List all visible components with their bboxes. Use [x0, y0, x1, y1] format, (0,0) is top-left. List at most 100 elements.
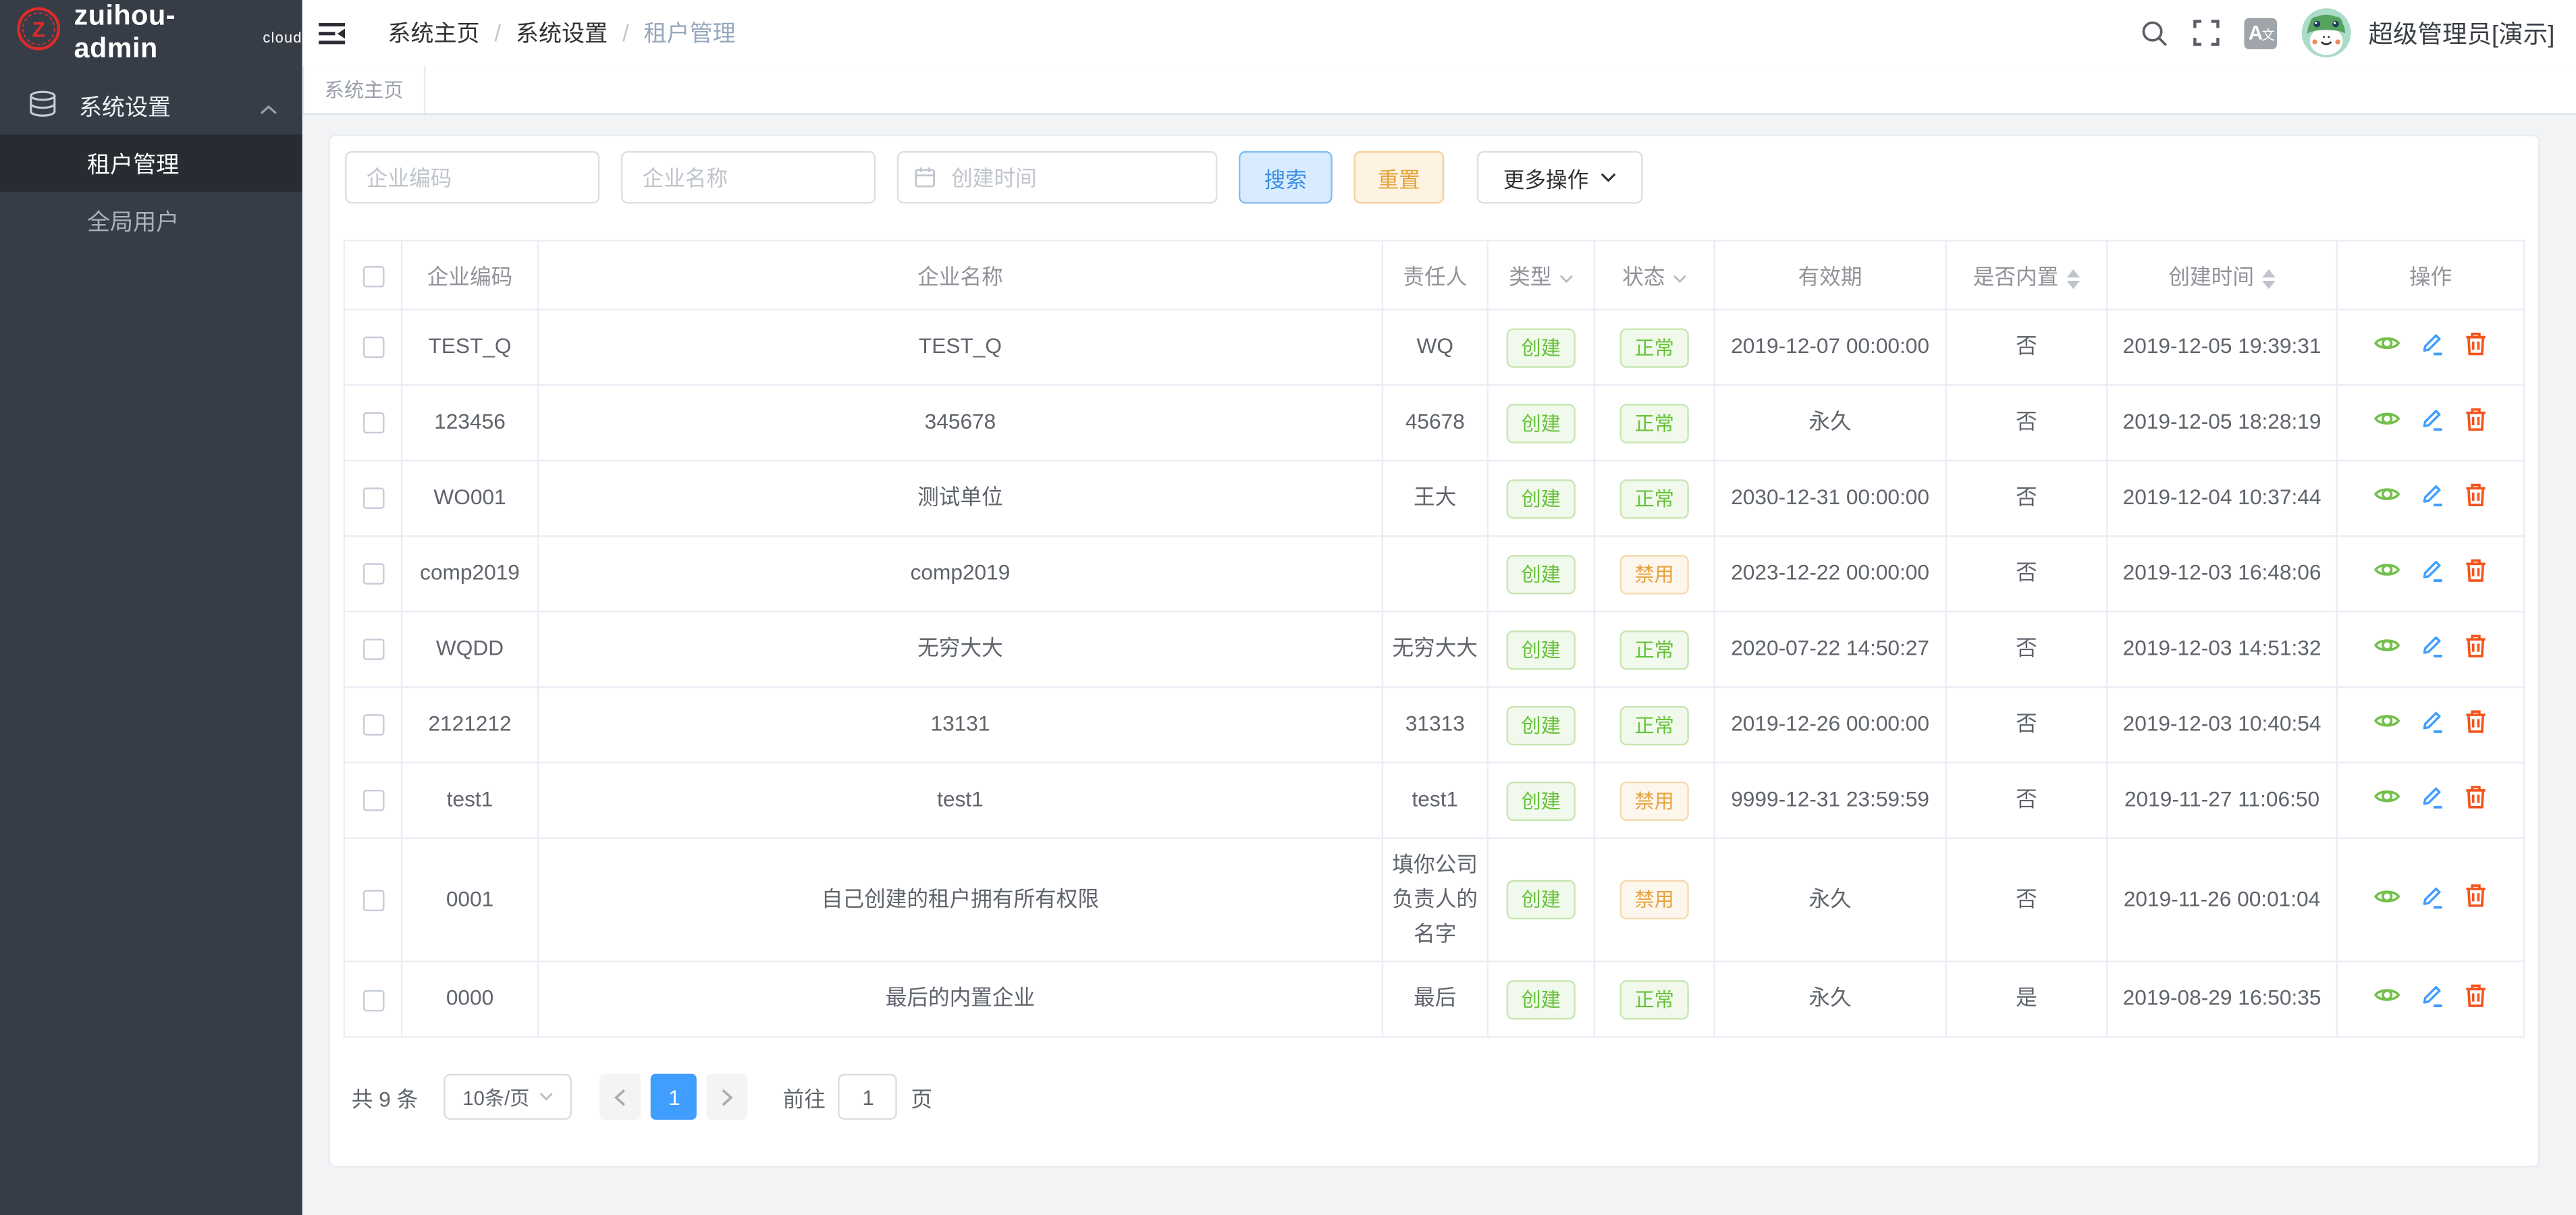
enterprise-name-input[interactable] — [621, 151, 876, 204]
edit-icon[interactable] — [2420, 632, 2445, 659]
sort-carets-icon[interactable] — [2262, 269, 2275, 288]
breadcrumb-item-home[interactable]: 系统主页 — [387, 16, 479, 49]
current-user-name[interactable]: 超级管理员[演示] — [2369, 16, 2555, 50]
fullscreen-icon[interactable] — [2193, 20, 2219, 46]
row-checkbox[interactable] — [363, 488, 384, 510]
page-number-button[interactable]: 1 — [651, 1075, 697, 1120]
menu-fold-icon — [317, 20, 347, 45]
navbar-actions: A文 — [2140, 8, 2554, 57]
cell-name: TEST_Q — [538, 310, 1383, 385]
row-checkbox[interactable] — [363, 790, 384, 811]
delete-icon[interactable] — [2465, 331, 2488, 355]
column-header-label: 操作 — [2409, 265, 2452, 289]
column-header-select[interactable] — [344, 240, 402, 309]
edit-icon[interactable] — [2420, 883, 2445, 909]
edit-icon[interactable] — [2420, 330, 2445, 356]
column-header-label: 企业名称 — [917, 265, 1003, 289]
search-button[interactable]: 搜索 — [1239, 151, 1333, 204]
delete-icon[interactable] — [2465, 884, 2488, 908]
pagination-total: 共 9 条 — [352, 1082, 418, 1113]
cell-validity: 2023-12-22 00:00:00 — [1715, 536, 1946, 612]
delete-icon[interactable] — [2465, 558, 2488, 582]
column-header-created[interactable]: 创建时间 — [2107, 240, 2337, 309]
view-icon[interactable] — [2374, 409, 2400, 429]
cell-code: 123456 — [402, 385, 538, 460]
chevron-left-icon — [615, 1088, 626, 1106]
row-checkbox[interactable] — [363, 714, 384, 736]
logo[interactable]: Z zuihou-admin cloud — [0, 0, 302, 65]
cell-owner: 无穷大大 — [1383, 612, 1488, 687]
created-time-input[interactable] — [897, 151, 1218, 204]
column-header-type[interactable]: 类型 — [1488, 240, 1594, 309]
language-icon[interactable]: A文 — [2244, 18, 2277, 49]
view-icon[interactable] — [2374, 711, 2400, 730]
type-badge: 创建 — [1507, 781, 1576, 820]
delete-icon[interactable] — [2465, 633, 2488, 657]
cell-validity: 永久 — [1715, 962, 1946, 1037]
delete-icon[interactable] — [2465, 482, 2488, 506]
filter-arrow-icon[interactable] — [1558, 273, 1573, 284]
sort-carets-icon[interactable] — [2067, 269, 2080, 288]
search-toolbar: 搜索 重置 更多操作 — [344, 151, 2525, 204]
reset-button[interactable]: 重置 — [1353, 151, 1444, 204]
search-icon[interactable] — [2140, 19, 2168, 47]
breadcrumb-item-settings[interactable]: 系统设置 — [516, 16, 608, 49]
filter-arrow-icon[interactable] — [1671, 273, 1686, 284]
cell-owner: 填你公司负责人的名字 — [1383, 838, 1488, 962]
cell-code: WO001 — [402, 460, 538, 536]
type-badge: 创建 — [1507, 327, 1576, 367]
edit-icon[interactable] — [2420, 481, 2445, 508]
column-header-label: 状态 — [1622, 265, 1665, 289]
cell-name: 345678 — [538, 385, 1383, 460]
edit-icon[interactable] — [2420, 983, 2445, 1009]
row-actions — [2374, 481, 2488, 508]
edit-icon[interactable] — [2420, 406, 2445, 432]
type-badge: 创建 — [1507, 980, 1576, 1019]
edit-icon[interactable] — [2420, 708, 2445, 734]
view-icon[interactable] — [2374, 786, 2400, 806]
row-checkbox[interactable] — [363, 564, 384, 585]
row-checkbox[interactable] — [363, 890, 384, 911]
cell-owner: WQ — [1383, 310, 1488, 385]
view-icon[interactable] — [2374, 886, 2400, 906]
chevron-down-icon — [539, 1093, 554, 1103]
goto-page-input[interactable] — [838, 1075, 898, 1120]
sidebar-item-global-users[interactable]: 全局用户 — [0, 192, 302, 250]
cell-validity: 永久 — [1715, 838, 1946, 962]
avatar[interactable] — [2301, 8, 2351, 57]
delete-icon[interactable] — [2465, 983, 2488, 1008]
cell-created: 2019-12-03 14:51:32 — [2107, 612, 2337, 687]
view-icon[interactable] — [2374, 636, 2400, 655]
view-icon[interactable] — [2374, 986, 2400, 1006]
column-header-status[interactable]: 状态 — [1594, 240, 1715, 309]
cell-created: 2019-11-27 11:06:50 — [2107, 763, 2337, 838]
row-checkbox[interactable] — [363, 412, 384, 434]
edit-icon[interactable] — [2420, 557, 2445, 583]
prev-page-button[interactable] — [600, 1075, 641, 1120]
table-row: 0000最后的内置企业最后创建正常永久是2019-08-29 16:50:35 — [344, 962, 2524, 1037]
view-icon[interactable] — [2374, 333, 2400, 353]
sidebar-fold-button[interactable] — [302, 0, 360, 65]
tab-home[interactable]: 系统主页 — [302, 65, 426, 113]
delete-icon[interactable] — [2465, 709, 2488, 733]
view-icon[interactable] — [2374, 485, 2400, 504]
next-page-button[interactable] — [707, 1075, 749, 1120]
page-size-select[interactable]: 10条/页 — [444, 1075, 572, 1120]
type-badge: 创建 — [1507, 880, 1576, 919]
edit-icon[interactable] — [2420, 783, 2445, 809]
view-icon[interactable] — [2374, 560, 2400, 580]
sidebar-item-system-settings[interactable]: 系统设置 — [0, 77, 302, 134]
sidebar-item-label: 系统设置 — [79, 90, 171, 123]
sidebar-item-tenant-management[interactable]: 租户管理 — [0, 134, 302, 192]
row-checkbox[interactable] — [363, 337, 384, 358]
more-actions-button[interactable]: 更多操作 — [1477, 151, 1643, 204]
chevron-right-icon — [722, 1088, 734, 1106]
delete-icon[interactable] — [2465, 784, 2488, 809]
row-checkbox[interactable] — [363, 990, 384, 1011]
row-checkbox[interactable] — [363, 639, 384, 661]
created-time-picker[interactable] — [897, 151, 1218, 204]
enterprise-code-input[interactable] — [345, 151, 599, 204]
column-header-builtin[interactable]: 是否内置 — [1946, 240, 2107, 309]
delete-icon[interactable] — [2465, 406, 2488, 431]
select-all-checkbox[interactable] — [363, 266, 384, 288]
